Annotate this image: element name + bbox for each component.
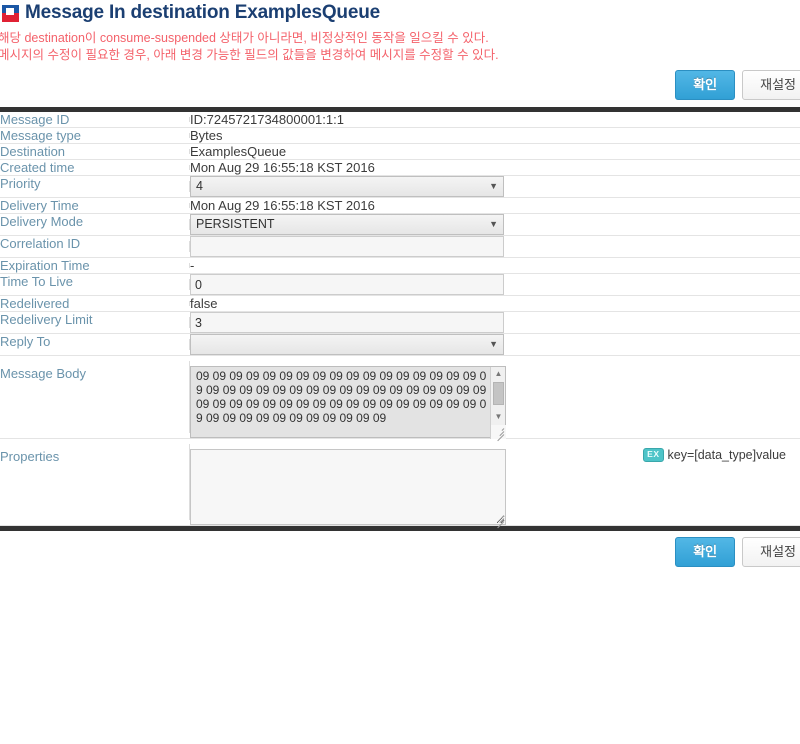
value-created-time: Mon Aug 29 16:55:18 KST 2016	[190, 159, 800, 176]
warning-line-2: 메시지의 수정이 필요한 경우, 아래 변경 가능한 필드의 값들을 변경하여 …	[0, 48, 499, 62]
table-row-delivery-time: Delivery Time Mon Aug 29 16:55:18 KST 20…	[0, 197, 800, 214]
properties-wrapper	[190, 449, 506, 529]
value-delivery-time: Mon Aug 29 16:55:18 KST 2016	[190, 197, 800, 214]
message-body-textarea[interactable]: 09 09 09 09 09 09 09 09 09 09 09 09 09 0…	[190, 366, 506, 438]
label-created-time: Created time	[0, 159, 190, 176]
label-priority: Priority	[0, 175, 190, 198]
table-row-message-body: Message Body 09 09 09 09 09 09 09 09 09 …	[0, 355, 800, 442]
table-row-message-id: Message ID ID:7245721734800001:1:1	[0, 112, 800, 128]
value-message-id: ID:7245721734800001:1:1	[190, 112, 800, 128]
top-action-bar: 확인 재설정	[0, 64, 800, 107]
message-detail-table: Message ID ID:7245721734800001:1:1 Messa…	[0, 112, 800, 529]
value-redelivered: false	[190, 295, 800, 312]
table-row-destination: Destination ExamplesQueue	[0, 143, 800, 160]
scroll-up-icon[interactable]: ▲	[491, 367, 506, 381]
table-row-created-time: Created time Mon Aug 29 16:55:18 KST 201…	[0, 159, 800, 176]
label-expiration-time: Expiration Time	[0, 257, 190, 274]
table-row-priority: Priority 4 ▼	[0, 175, 800, 198]
confirm-button-bottom[interactable]: 확인	[675, 537, 736, 567]
label-reply-to: Reply To	[0, 333, 190, 356]
bottom-action-bar: 확인 재설정	[0, 531, 800, 574]
value-expiration-time: -	[190, 257, 800, 274]
scrollbar-thumb[interactable]	[493, 382, 504, 405]
redelivery-limit-input[interactable]	[190, 312, 504, 333]
table-row-properties: Properties EX key=[data_type]value	[0, 438, 800, 529]
table-row-message-type: Message type Bytes	[0, 127, 800, 144]
chevron-down-icon: ▼	[489, 181, 498, 191]
priority-select-value: 4	[196, 179, 203, 193]
label-time-to-live: Time To Live	[0, 273, 190, 296]
label-destination: Destination	[0, 143, 190, 160]
page-header: Message In destination ExamplesQueue 해당 …	[0, 0, 800, 107]
properties-hint-text: key=[data_type]value	[667, 448, 787, 462]
label-redelivery-limit: Redelivery Limit	[0, 311, 190, 334]
example-badge-icon: EX	[643, 448, 664, 462]
delivery-mode-select[interactable]: PERSISTENT ▼	[190, 214, 504, 235]
label-message-type: Message type	[0, 127, 190, 144]
message-body-scrollbar[interactable]: ▲ ▼	[490, 367, 506, 439]
table-row-reply-to: Reply To ▼	[0, 333, 800, 356]
scroll-down-icon[interactable]: ▼	[491, 410, 506, 424]
properties-format-hint: EX key=[data_type]value	[643, 448, 786, 462]
time-to-live-input[interactable]	[190, 274, 504, 295]
label-message-id: Message ID	[0, 112, 190, 128]
table-row-redelivery-limit: Redelivery Limit	[0, 311, 800, 334]
table-row-redelivered: Redelivered false	[0, 295, 800, 312]
label-delivery-time: Delivery Time	[0, 197, 190, 214]
confirm-button-top[interactable]: 확인	[675, 70, 736, 100]
app-logo-icon	[2, 4, 19, 22]
properties-textarea[interactable]	[190, 449, 506, 525]
table-row-delivery-mode: Delivery Mode PERSISTENT ▼	[0, 213, 800, 236]
reply-to-select[interactable]: ▼	[190, 334, 504, 355]
reset-button-bottom[interactable]: 재설정	[742, 537, 800, 567]
label-redelivered: Redelivered	[0, 295, 190, 312]
table-row-expiration-time: Expiration Time -	[0, 257, 800, 274]
warning-line-1: 해당 destination이 consume-suspended 상태가 아니…	[0, 31, 489, 45]
message-body-wrapper: 09 09 09 09 09 09 09 09 09 09 09 09 09 0…	[190, 366, 506, 442]
table-row-correlation-id: Correlation ID	[0, 235, 800, 258]
label-correlation-id: Correlation ID	[0, 235, 190, 258]
delivery-mode-select-value: PERSISTENT	[196, 217, 275, 231]
label-delivery-mode: Delivery Mode	[0, 213, 190, 236]
scrollbar-corner	[491, 425, 506, 439]
title-row: Message In destination ExamplesQueue	[0, 2, 800, 26]
correlation-id-input[interactable]	[190, 236, 504, 257]
table-row-time-to-live: Time To Live	[0, 273, 800, 296]
chevron-down-icon: ▼	[489, 339, 498, 349]
label-properties: Properties	[0, 438, 190, 526]
page-title: Message In destination ExamplesQueue	[25, 2, 380, 23]
chevron-down-icon: ▼	[489, 219, 498, 229]
warning-messages: 해당 destination이 consume-suspended 상태가 아니…	[0, 30, 800, 64]
value-destination: ExamplesQueue	[190, 143, 800, 160]
priority-select[interactable]: 4 ▼	[190, 176, 504, 197]
value-message-type: Bytes	[190, 127, 800, 144]
reset-button-top[interactable]: 재설정	[742, 70, 800, 100]
label-message-body: Message Body	[0, 355, 190, 439]
